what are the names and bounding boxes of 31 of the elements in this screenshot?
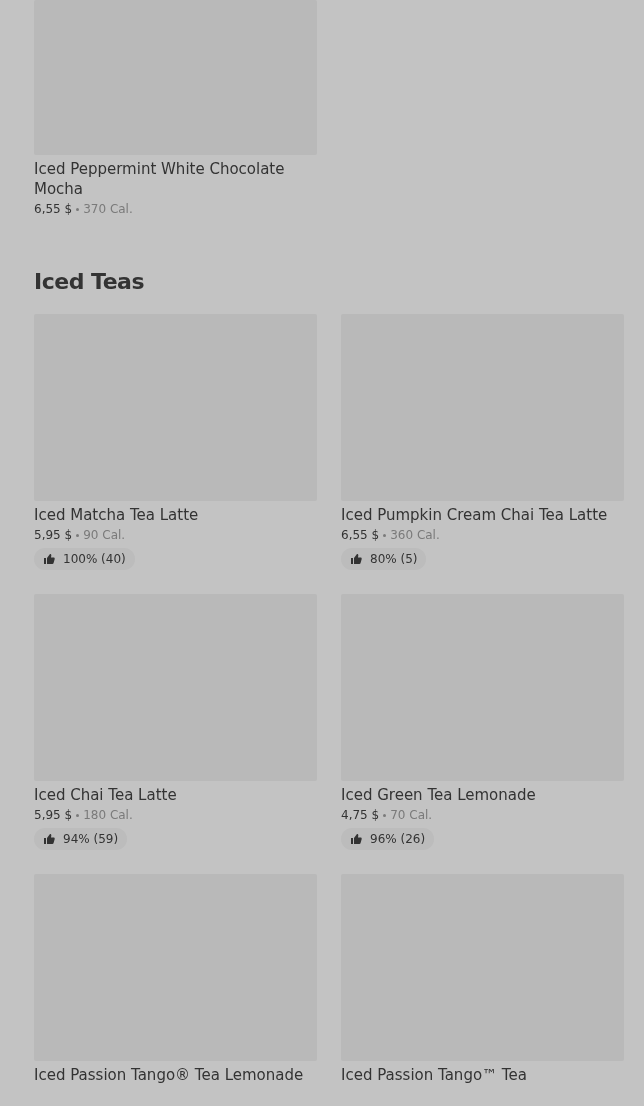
thumbs-up-icon: [43, 833, 55, 845]
rating-badge: 94% (59): [34, 828, 128, 850]
separator-dot: [76, 207, 80, 211]
item-calories: 70 Cal.: [390, 808, 433, 822]
item-name[interactable]: Iced Green Tea Lemonade: [341, 785, 624, 805]
item-name[interactable]: Iced Matcha Tea Latte: [34, 505, 317, 525]
item-calories: 180 Cal.: [83, 808, 133, 822]
item-calories: 370 Cal.: [83, 202, 133, 216]
item-price: 6,55 $: [34, 202, 73, 216]
item-calories: 90 Cal.: [83, 528, 126, 542]
separator-dot: [383, 813, 387, 817]
separator-dot: [383, 533, 387, 537]
item-name[interactable]: Iced Passion Tango® Tea Lemonade: [34, 1065, 317, 1085]
thumbs-up-icon: [350, 553, 362, 565]
item-price: 6,55 $: [341, 528, 380, 542]
item-price: 5,95 $: [34, 528, 73, 542]
thumbs-up-icon: [350, 833, 362, 845]
item-name[interactable]: Iced Peppermint White Chocolate Mocha: [34, 159, 317, 199]
item-name[interactable]: Iced Passion Tango™ Tea: [341, 1065, 624, 1085]
separator-dot: [76, 813, 80, 817]
thumbs-up-icon: [43, 553, 55, 565]
item-price: 5,95 $: [34, 808, 73, 822]
rating-badge: 96% (26): [341, 828, 435, 850]
item-name[interactable]: Iced Chai Tea Latte: [34, 785, 317, 805]
rating-badge: 80% (5): [341, 548, 427, 570]
item-calories: 360 Cal.: [390, 528, 440, 542]
separator-dot: [76, 533, 80, 537]
item-price: 4,75 $: [341, 808, 380, 822]
rating-badge: 100% (40): [34, 548, 135, 570]
section-heading: Iced Teas: [34, 268, 145, 296]
item-name[interactable]: Iced Pumpkin Cream Chai Tea Latte: [341, 505, 624, 525]
